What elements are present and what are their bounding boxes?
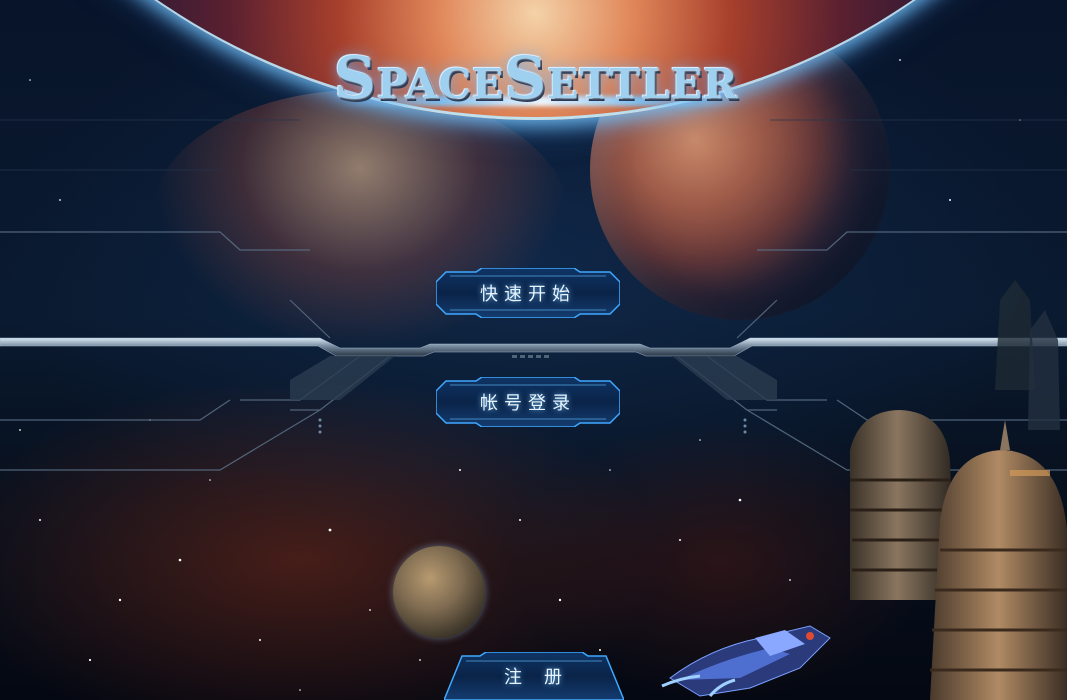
space-station-image (850, 280, 1067, 700)
account-login-label: 帐号登录 (480, 393, 576, 414)
quick-start-label: 快速开始 (480, 284, 576, 305)
account-login-button[interactable]: 帐号登录 (436, 377, 620, 427)
spaceship-image (661, 625, 831, 697)
quick-start-button[interactable]: 快速开始 (436, 268, 620, 318)
login-screen: SpaceSettler 快速开始 帐号登录 注册 (0, 0, 1067, 700)
register-button[interactable]: 注册 (444, 652, 624, 700)
register-label: 注册 (504, 667, 584, 688)
logo-text: SpaceSettler (333, 44, 739, 112)
game-logo: SpaceSettler (306, 36, 766, 120)
